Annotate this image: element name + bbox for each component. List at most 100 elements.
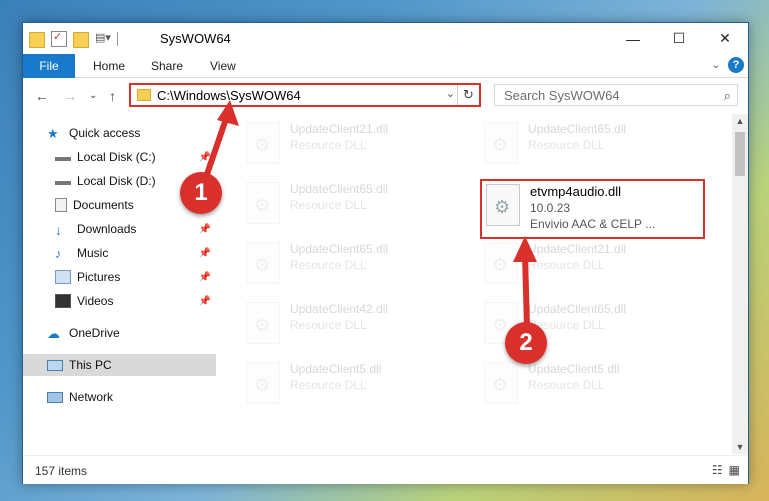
dll-file-icon (486, 184, 520, 226)
customize-toolbar-icon[interactable]: ▤▾ (95, 31, 111, 47)
search-input[interactable]: Search SysWOW64 ⌕ (494, 84, 738, 106)
sidebar-item-label: Documents (73, 198, 134, 212)
sidebar-item-network[interactable]: Network (23, 386, 216, 408)
file-tile[interactable]: UpdateClient65.dll Resource DLL (484, 122, 709, 172)
sidebar-item-label: Downloads (77, 222, 137, 236)
sidebar-item-label: Videos (77, 294, 114, 308)
file-type: Resource DLL (528, 138, 605, 152)
tab-file[interactable]: File (23, 54, 75, 78)
up-arrow-icon[interactable]: ↑ (109, 88, 116, 104)
file-tile[interactable]: UpdateClient5.dll Resource DLL (246, 362, 471, 412)
pin-icon[interactable]: 📌 (199, 224, 211, 235)
sidebar-item-label: Network (69, 390, 114, 404)
large-icons-view-icon[interactable]: ▦ (729, 463, 740, 477)
documents-icon (55, 198, 67, 212)
callout-arrow-2 (513, 236, 537, 329)
callout-badge-1: 1 (180, 172, 222, 214)
window-title: SysWOW64 (160, 31, 231, 46)
details-view-icon[interactable]: ☷ (712, 463, 723, 477)
help-icon[interactable]: ? (728, 57, 744, 73)
sidebar-item-label: Pictures (77, 270, 121, 284)
file-name: etvmp4audio.dll (530, 184, 622, 199)
maximize-button[interactable]: ☐ (656, 23, 702, 54)
scroll-up-icon[interactable]: ▲ (732, 114, 748, 128)
file-tile[interactable]: UpdateClient21.dll Resource DLL (246, 122, 471, 172)
file-tile-etvmp4audio[interactable]: etvmp4audio.dll 10.0.23 Envivio AAC & CE… (480, 179, 705, 239)
sidebar-item-label: Local Disk (C:) (77, 150, 156, 164)
scroll-down-icon[interactable]: ▼ (732, 440, 748, 454)
dll-file-icon (246, 302, 280, 344)
file-name: UpdateClient65.dll (290, 182, 389, 196)
file-type: Resource DLL (290, 318, 367, 332)
file-type: Resource DLL (290, 138, 367, 152)
download-icon: ↓ (55, 222, 62, 238)
tab-view[interactable]: View (210, 59, 236, 73)
title-separator (117, 32, 118, 46)
navigation-pane: ★ Quick access Local Disk (C:) 📌 Local D… (23, 114, 216, 454)
recent-locations-icon[interactable]: ⌄ (89, 90, 97, 101)
tab-home[interactable]: Home (93, 59, 125, 73)
file-tile[interactable]: UpdateClient5.dll Resource DLL (484, 362, 709, 412)
file-name: UpdateClient5.dll (528, 362, 620, 376)
status-bar: 157 items ☷ ▦ (23, 455, 748, 484)
sidebar-item-music[interactable]: ♪ Music 📌 (23, 242, 216, 264)
file-name: UpdateClient42.dll (290, 302, 389, 316)
sidebar-item-label: This PC (69, 358, 112, 372)
ribbon-controls: ⌄ ? (712, 57, 744, 73)
sidebar-item-quick-access[interactable]: ★ Quick access (23, 122, 216, 144)
forward-arrow-icon[interactable]: → (63, 88, 77, 104)
sidebar-item-label: Music (77, 246, 109, 260)
pin-icon[interactable]: 📌 (199, 296, 211, 307)
folder-icon (137, 89, 151, 101)
dll-file-icon (246, 362, 280, 404)
music-icon: ♪ (55, 246, 62, 261)
pin-icon[interactable]: 📌 (199, 248, 211, 259)
expand-ribbon-icon[interactable]: ⌄ (712, 60, 720, 71)
cloud-icon: ☁ (47, 326, 60, 341)
sidebar-item-pictures[interactable]: Pictures 📌 (23, 266, 216, 288)
file-version: 10.0.23 (530, 201, 571, 215)
file-description: Envivio AAC & CELP ... (530, 217, 656, 231)
address-bar[interactable]: C:\Windows\SysWOW64 ⌄ ↻ (129, 83, 481, 107)
computer-icon (47, 359, 63, 371)
item-count: 157 items (35, 464, 88, 478)
sidebar-item-local-disk-c[interactable]: Local Disk (C:) 📌 (23, 146, 216, 168)
star-icon: ★ (47, 126, 59, 141)
file-type: Resource DLL (290, 378, 367, 392)
refresh-icon[interactable]: ↻ (457, 85, 479, 105)
sidebar-item-label: Quick access (69, 126, 141, 140)
scroll-thumb[interactable] (735, 132, 745, 176)
view-controls: ☷ ▦ (712, 463, 740, 477)
videos-icon (55, 294, 71, 308)
pictures-icon (55, 270, 71, 284)
minimize-button[interactable]: — (610, 23, 656, 54)
file-tile[interactable]: UpdateClient42.dll Resource DLL (246, 302, 471, 352)
file-list: UpdateClient21.dll Resource DLL UpdateCli… (216, 114, 734, 454)
sidebar-item-this-pc[interactable]: This PC (23, 354, 216, 376)
dll-file-icon (484, 122, 518, 164)
file-explorer-window: ▤▾ SysWOW64 — ☐ ✕ File Home Share View ⌄… (22, 22, 749, 484)
drive-icon (55, 153, 71, 161)
close-button[interactable]: ✕ (702, 23, 748, 54)
sidebar-item-onedrive[interactable]: ☁ OneDrive (23, 322, 216, 344)
dll-file-icon (246, 182, 280, 224)
back-arrow-icon[interactable]: ← (35, 88, 49, 104)
dll-file-icon (484, 362, 518, 404)
properties-icon[interactable] (51, 30, 67, 47)
new-folder-icon[interactable] (73, 32, 89, 48)
file-tile[interactable]: UpdateClient65.dll Resource DLL (246, 242, 471, 292)
folder-icon[interactable] (29, 32, 45, 48)
network-icon (47, 391, 63, 403)
file-tile[interactable]: UpdateClient65.dll Resource DLL (246, 182, 471, 232)
vertical-scrollbar[interactable]: ▲ ▼ (732, 114, 748, 454)
sidebar-item-downloads[interactable]: ↓ Downloads 📌 (23, 218, 216, 240)
pin-icon[interactable]: 📌 (199, 272, 211, 283)
quick-access-toolbar: ▤▾ (29, 30, 118, 48)
tab-share[interactable]: Share (151, 59, 183, 73)
dll-file-icon (246, 122, 280, 164)
window-controls: — ☐ ✕ (610, 23, 748, 54)
title-bar: ▤▾ SysWOW64 — ☐ ✕ (23, 23, 748, 54)
sidebar-item-videos[interactable]: Videos 📌 (23, 290, 216, 312)
address-dropdown-icon[interactable]: ⌄ (446, 87, 455, 100)
callout-badge-2: 2 (505, 322, 547, 364)
